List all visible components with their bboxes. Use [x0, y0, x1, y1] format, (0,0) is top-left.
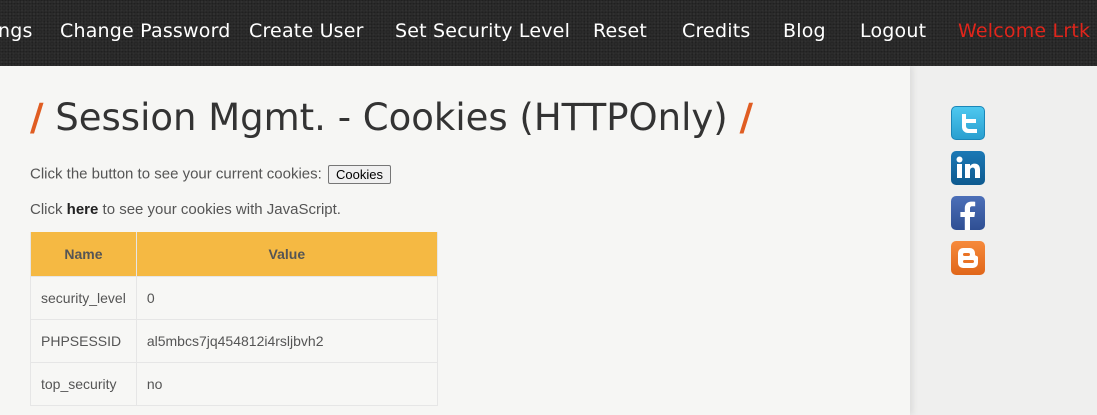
page-title: / Session Mgmt. - Cookies (HTTPOnly) /: [30, 96, 753, 139]
here-link[interactable]: here: [67, 201, 99, 218]
nav-item-blog[interactable]: Blog: [783, 20, 826, 42]
js-suffix-text: to see your cookies with JavaScript.: [102, 201, 341, 218]
cookie-value-cell: al5mbcs7jq454812i4rsljbvh2: [135, 319, 438, 363]
table-row: PHPSESSID al5mbcs7jq454812i4rsljbvh2: [30, 319, 438, 363]
nav-item-set-security-level[interactable]: Set Security Level: [395, 20, 570, 42]
blogger-icon[interactable]: [951, 241, 985, 275]
linkedin-icon[interactable]: [951, 151, 985, 185]
cookies-button[interactable]: Cookies: [327, 165, 391, 184]
nav-item-reset[interactable]: Reset: [593, 20, 647, 42]
top-navbar: ngs Change Password Create User Set Secu…: [0, 0, 1097, 66]
cookie-name-cell: security_level: [30, 276, 137, 320]
cookie-name-cell: PHPSESSID: [30, 319, 137, 363]
column-header-name: Name: [30, 232, 137, 277]
nav-item-logout[interactable]: Logout: [860, 20, 926, 42]
title-slash-left: /: [30, 96, 44, 139]
facebook-icon[interactable]: [951, 196, 985, 230]
table-header-row: Name Value: [30, 232, 438, 277]
cookies-table: Name Value security_level 0 PHPSESSID al…: [30, 232, 438, 406]
cookies-intro-text: Click the button to see your current coo…: [30, 165, 322, 183]
cookie-value-cell: 0: [135, 276, 438, 320]
page-title-text: Session Mgmt. - Cookies (HTTPOnly): [55, 96, 728, 139]
javascript-cookies-line: Click here to see your cookies with Java…: [30, 201, 341, 218]
js-prefix-text: Click: [30, 201, 63, 218]
title-slash-right: /: [739, 96, 754, 139]
cookie-name-cell: top_security: [30, 362, 137, 406]
table-row: top_security no: [30, 362, 438, 406]
nav-item-settings[interactable]: ngs: [0, 20, 33, 42]
cookies-intro: Click the button to see your current coo…: [30, 165, 391, 184]
nav-item-credits[interactable]: Credits: [682, 20, 750, 42]
nav-item-change-password[interactable]: Change Password: [60, 20, 231, 42]
table-row: security_level 0: [30, 276, 438, 320]
column-header-value: Value: [135, 232, 438, 277]
nav-item-create-user[interactable]: Create User: [249, 20, 364, 42]
welcome-user-text: Welcome Lrtk: [958, 20, 1091, 42]
twitter-icon[interactable]: [951, 106, 985, 140]
cookie-value-cell: no: [135, 362, 438, 406]
